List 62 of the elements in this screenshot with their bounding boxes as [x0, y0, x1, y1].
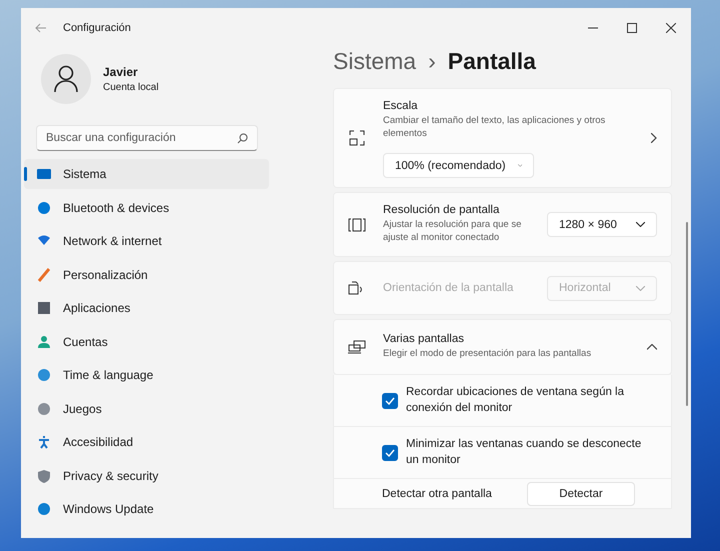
category-icon — [37, 402, 51, 416]
resolution-icon — [348, 218, 366, 232]
dropdown[interactable]: 100% (recomendado) — [383, 153, 534, 178]
search-icon — [237, 133, 248, 144]
selection-indicator — [24, 167, 27, 181]
breadcrumb-separator: › — [428, 48, 436, 75]
checkbox[interactable] — [382, 392, 398, 408]
setting-description: Ajustar la resolución para que se ajuste al monitor conectado — [383, 219, 522, 245]
detect-label: Detectar otra pantalla — [382, 488, 492, 500]
breadcrumb-parent[interactable]: Sistema — [333, 48, 416, 75]
scale-icon — [348, 130, 366, 146]
checkbox-label: Minimizar las ventanas cuando se desconecte un monitor — [406, 436, 642, 468]
nav-item[interactable]: Personalización — [24, 260, 269, 290]
back-arrow-icon[interactable] — [35, 23, 47, 33]
nav-item[interactable]: Aplicaciones — [24, 293, 269, 323]
chevron-down-icon — [636, 222, 645, 227]
category-icon — [37, 502, 51, 516]
setting-title: Escala — [383, 100, 419, 112]
chevron-up-icon — [647, 344, 657, 350]
account-type: Cuenta local — [103, 82, 159, 93]
dropdown[interactable]: 1280 × 960 — [547, 212, 657, 237]
setting-card[interactable]: Escala Cambiar el tamaño del texto, las aplicaciones y otros elementos 100% (recomendado) — [333, 88, 672, 188]
checkbox-label: Recordar ubicaciones de ventana según la conexión del monitor — [406, 384, 626, 416]
person-icon — [53, 65, 79, 93]
category-icon — [37, 468, 51, 482]
nav-item[interactable]: Sistema — [24, 159, 269, 189]
chevron-down-icon — [636, 286, 645, 290]
category-icon — [37, 268, 51, 282]
nav-item[interactable]: Accesibilidad — [24, 427, 269, 457]
checkmark-icon — [385, 448, 395, 456]
category-icon — [37, 334, 51, 348]
chevron-down-icon — [518, 163, 522, 168]
setting-description: Cambiar el tamaño del texto, las aplicaciones y otros elementos — [383, 114, 606, 140]
setting-description: Elegir el modo de presentación para las pantallas — [383, 348, 592, 361]
setting-title: Varias pantallas — [383, 333, 465, 346]
search-field[interactable]: Buscar una configuración — [36, 125, 258, 151]
checkmark-icon — [385, 396, 395, 404]
page-title: Pantalla — [448, 48, 536, 75]
category-icon — [37, 301, 51, 315]
checkbox[interactable] — [382, 444, 398, 460]
nav-item[interactable]: Network & internet — [24, 226, 269, 256]
category-icon — [37, 368, 51, 382]
nav-item[interactable]: Windows Update — [24, 494, 269, 524]
nav-item[interactable]: Privacy & security — [24, 460, 269, 490]
window-title: Configuración — [63, 22, 131, 34]
category-icon — [37, 167, 51, 181]
setting-card[interactable]: Varias pantallas Elegir el modo de presentación para las pantallas — [333, 319, 672, 375]
setting-title: Resolución de pantalla — [383, 204, 500, 216]
monitors-icon — [348, 340, 366, 354]
close-icon[interactable] — [666, 23, 676, 33]
nav-item[interactable]: Bluetooth & devices — [24, 192, 269, 222]
nav-item[interactable]: Juegos — [24, 394, 269, 424]
chevron-right-icon — [651, 133, 657, 143]
setting-title: Orientación de la pantalla — [383, 282, 514, 294]
category-icon — [37, 200, 51, 214]
scrollbar[interactable] — [686, 222, 688, 406]
category-icon — [37, 435, 51, 449]
maximize-icon[interactable] — [627, 23, 637, 33]
detect-button[interactable]: Detectar — [527, 482, 635, 506]
nav-item[interactable]: Cuentas — [24, 326, 269, 356]
user-name: Javier — [103, 65, 139, 79]
nav-item[interactable]: Time & language — [24, 360, 269, 390]
